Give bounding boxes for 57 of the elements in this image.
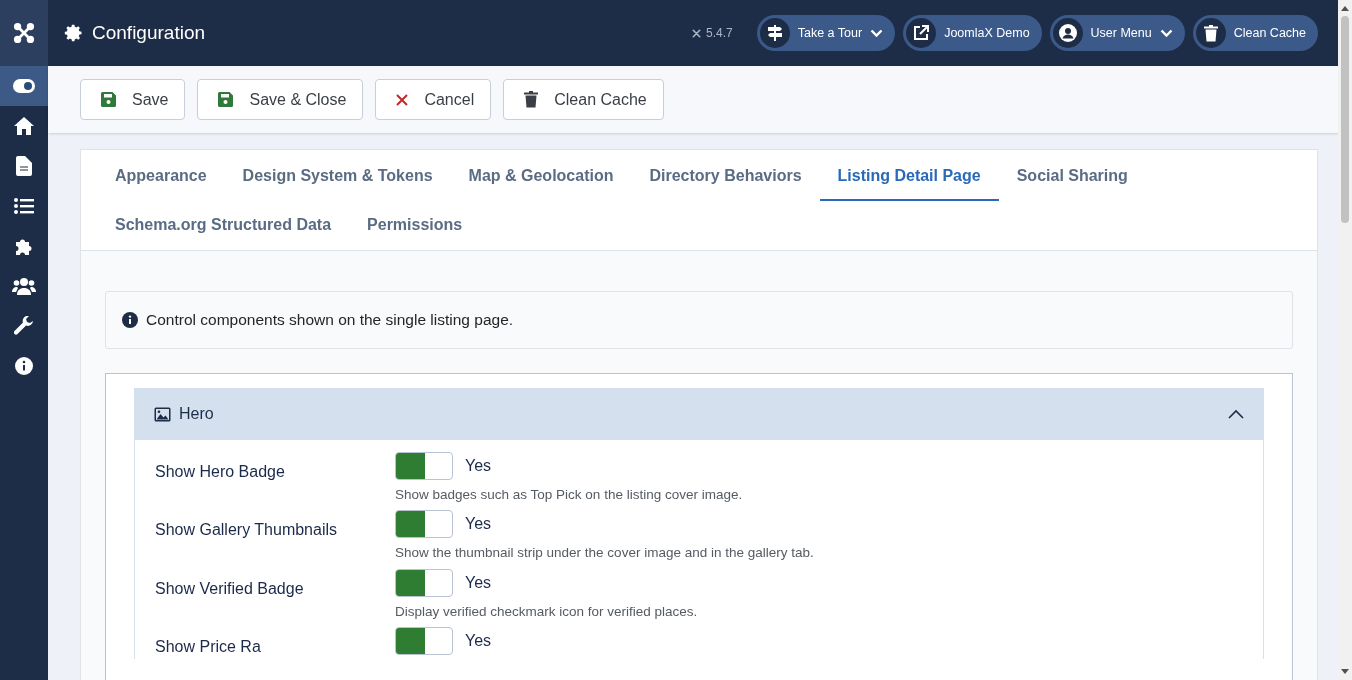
info-text: Control components shown on the single listing page. [146, 310, 514, 331]
image-icon [154, 406, 171, 422]
gear-icon [64, 23, 84, 43]
wrench-icon[interactable] [14, 316, 34, 336]
signpost-icon [766, 25, 783, 41]
toggle-value: Yes [465, 456, 492, 476]
trash-icon [1203, 24, 1218, 42]
toggle-value: Yes [465, 572, 492, 593]
toggle-value: Yes [465, 630, 492, 651]
toggle-switch[interactable] [395, 452, 453, 480]
save-icon [218, 92, 234, 107]
user-icon [1058, 24, 1077, 42]
toggle-value: Yes [465, 514, 492, 535]
field-label: Show Verified Badge [155, 578, 305, 599]
version-text: 5.4.7 [706, 25, 733, 42]
joomla-logo-icon[interactable] [0, 0, 48, 66]
page-title: Configuration [92, 20, 206, 45]
users-icon[interactable] [12, 277, 36, 295]
field-description: Show badges such as Top Pick on the listing cover image. [395, 486, 743, 504]
field-description: Show the thumbnail strip under the cover image and in the gallery tab. [395, 544, 814, 563]
save-icon [101, 92, 116, 107]
toggle-switch[interactable] [395, 568, 453, 597]
tab[interactable]: Map & Geolocation [450, 152, 632, 201]
joomla-logo-icon [691, 27, 703, 39]
header-button[interactable]: Take a Tour [756, 15, 896, 51]
home-icon[interactable] [13, 116, 35, 136]
tab[interactable]: Permissions [349, 201, 481, 250]
tab[interactable]: Social Sharing [998, 152, 1146, 201]
toggle-switch[interactable] [395, 510, 453, 539]
toolbar-button[interactable]: Cancel [375, 79, 492, 120]
toggle-icon[interactable] [13, 79, 35, 93]
list-icon[interactable] [14, 198, 34, 214]
toolbar-button[interactable]: Clean Cache [503, 79, 664, 120]
tab[interactable]: Directory Behaviors [631, 152, 820, 201]
field-description: Display verified checkmark icon for verified places. [395, 602, 698, 621]
trash-icon [524, 91, 539, 108]
header-button[interactable]: User Menu [1049, 15, 1185, 51]
field-label: Show Gallery Thumbnails [155, 520, 338, 541]
external-link-icon [913, 25, 930, 41]
field-label: Show Price Ra [155, 636, 262, 657]
accordion-header[interactable]: Hero [134, 388, 1264, 440]
tab[interactable]: Design System & Tokens [224, 152, 451, 201]
field-label: Show Hero Badge [155, 462, 286, 482]
accordion-title: Hero [179, 404, 214, 424]
close-icon [396, 93, 409, 106]
info-icon[interactable] [15, 357, 33, 375]
tab[interactable]: Listing Detail Page [819, 152, 999, 201]
toggle-switch[interactable] [395, 626, 453, 655]
info-icon [122, 312, 138, 328]
header-button[interactable]: JoomlaX Demo [903, 15, 1042, 51]
document-icon[interactable] [16, 156, 32, 176]
tab[interactable]: Appearance [97, 152, 225, 201]
toolbar-button[interactable]: Save & Close [197, 79, 364, 120]
tab[interactable]: Schema.org Structured Data [97, 201, 350, 250]
toolbar-button[interactable]: Save [80, 79, 186, 120]
chevron-up-icon [1228, 409, 1244, 419]
header-button[interactable]: Clean Cache [1192, 15, 1318, 51]
